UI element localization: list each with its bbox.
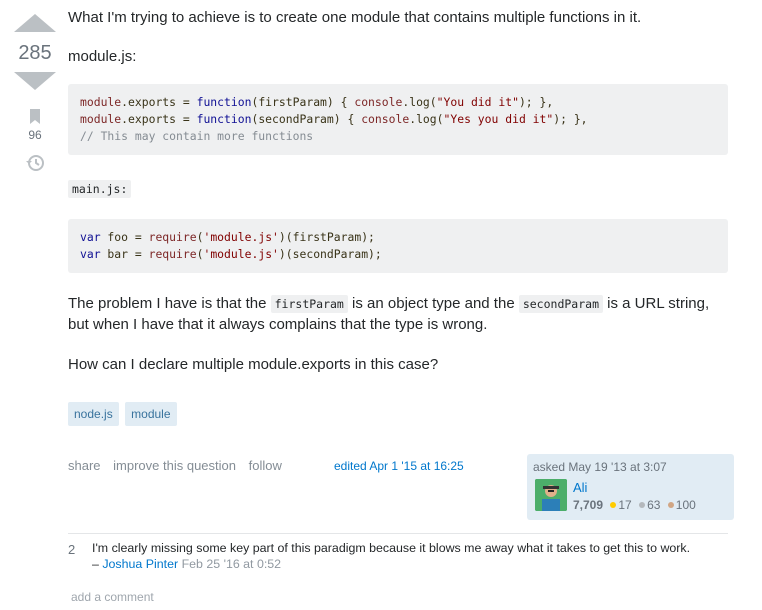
comment-dash: – (92, 557, 103, 571)
vote-cell: 285 96 (14, 8, 56, 174)
edited-link[interactable]: edited Apr 1 '15 at 16:25 (334, 459, 464, 473)
owner-card: asked May 19 '13 at 3:07 Ali 7,709 17 63… (527, 454, 734, 520)
comment-body: I'm clearly missing some key part of thi… (92, 540, 728, 572)
avatar[interactable] (535, 479, 567, 511)
silver-badge-icon (639, 502, 646, 509)
owner-reputation: 7,709 17 63 100 (573, 498, 696, 512)
code-line: var foo = require('module.js')(firstPara… (80, 230, 375, 244)
comment: 2 I'm clearly missing some key part of t… (68, 534, 728, 578)
downvote-arrow-icon[interactable] (14, 72, 56, 90)
code-block-module-js: module.exports = function(firstParam) { … (68, 84, 728, 155)
asked-date: asked May 19 '13 at 3:07 (533, 460, 667, 474)
tag-list: node.js module (68, 402, 179, 426)
inline-code-firstparam: firstParam (270, 295, 348, 313)
main-js-label: main.js: (68, 180, 132, 198)
tag-nodejs[interactable]: node.js (68, 402, 119, 426)
problem-text-b: is an object type and the (347, 295, 519, 312)
module-js-label: module.js: (68, 48, 137, 65)
comment-score: 2 (68, 542, 76, 557)
comment-user-link[interactable]: Joshua Pinter (102, 557, 178, 571)
code-line: module.exports = function(secondParam) {… (80, 112, 588, 126)
upvote-arrow-icon[interactable] (14, 14, 56, 32)
gold-badge-count: 17 (618, 498, 632, 512)
vote-count: 285 (18, 42, 52, 64)
add-comment-link[interactable]: add a comment (71, 590, 154, 604)
code-line: var bar = require('module.js')(secondPar… (80, 247, 382, 261)
share-link[interactable]: share (68, 458, 101, 473)
silver-badge-count: 63 (647, 498, 661, 512)
bronze-badge-count: 100 (675, 498, 696, 512)
tag-module[interactable]: module (125, 402, 177, 426)
problem-paragraph: The problem I have is that the firstPara… (68, 294, 728, 334)
bookmark-icon[interactable] (23, 106, 47, 128)
owner-name-link[interactable]: Ali (573, 480, 587, 495)
code-comment: // This may contain more functions (80, 129, 314, 143)
gold-badge-icon (610, 502, 617, 509)
comment-date[interactable]: Feb 25 '16 at 0:52 (182, 557, 282, 571)
follow-link[interactable]: follow (249, 458, 282, 473)
comment-text: I'm clearly missing some key part of thi… (92, 541, 691, 555)
improve-question-link[interactable]: improve this question (113, 458, 236, 473)
problem-text-a: The problem I have is that the (68, 295, 271, 312)
code-block-main-js: var foo = require('module.js')(firstPara… (68, 219, 728, 273)
favorite-count: 96 (28, 128, 42, 142)
post-menu: share improve this question follow (68, 458, 291, 473)
bronze-badge-icon (667, 502, 674, 509)
question-paragraph: What I'm trying to achieve is to create … (68, 9, 642, 26)
code-line: module.exports = function(firstParam) { … (80, 95, 554, 109)
main-js-label-wrap: main.js: (68, 180, 132, 198)
question-final-paragraph: How can I declare multiple module.export… (68, 356, 439, 373)
reputation-score: 7,709 (573, 498, 604, 512)
inline-code-secondparam: secondParam (518, 295, 603, 313)
history-icon[interactable] (24, 152, 46, 174)
comments-section: 2 I'm clearly missing some key part of t… (68, 533, 728, 578)
